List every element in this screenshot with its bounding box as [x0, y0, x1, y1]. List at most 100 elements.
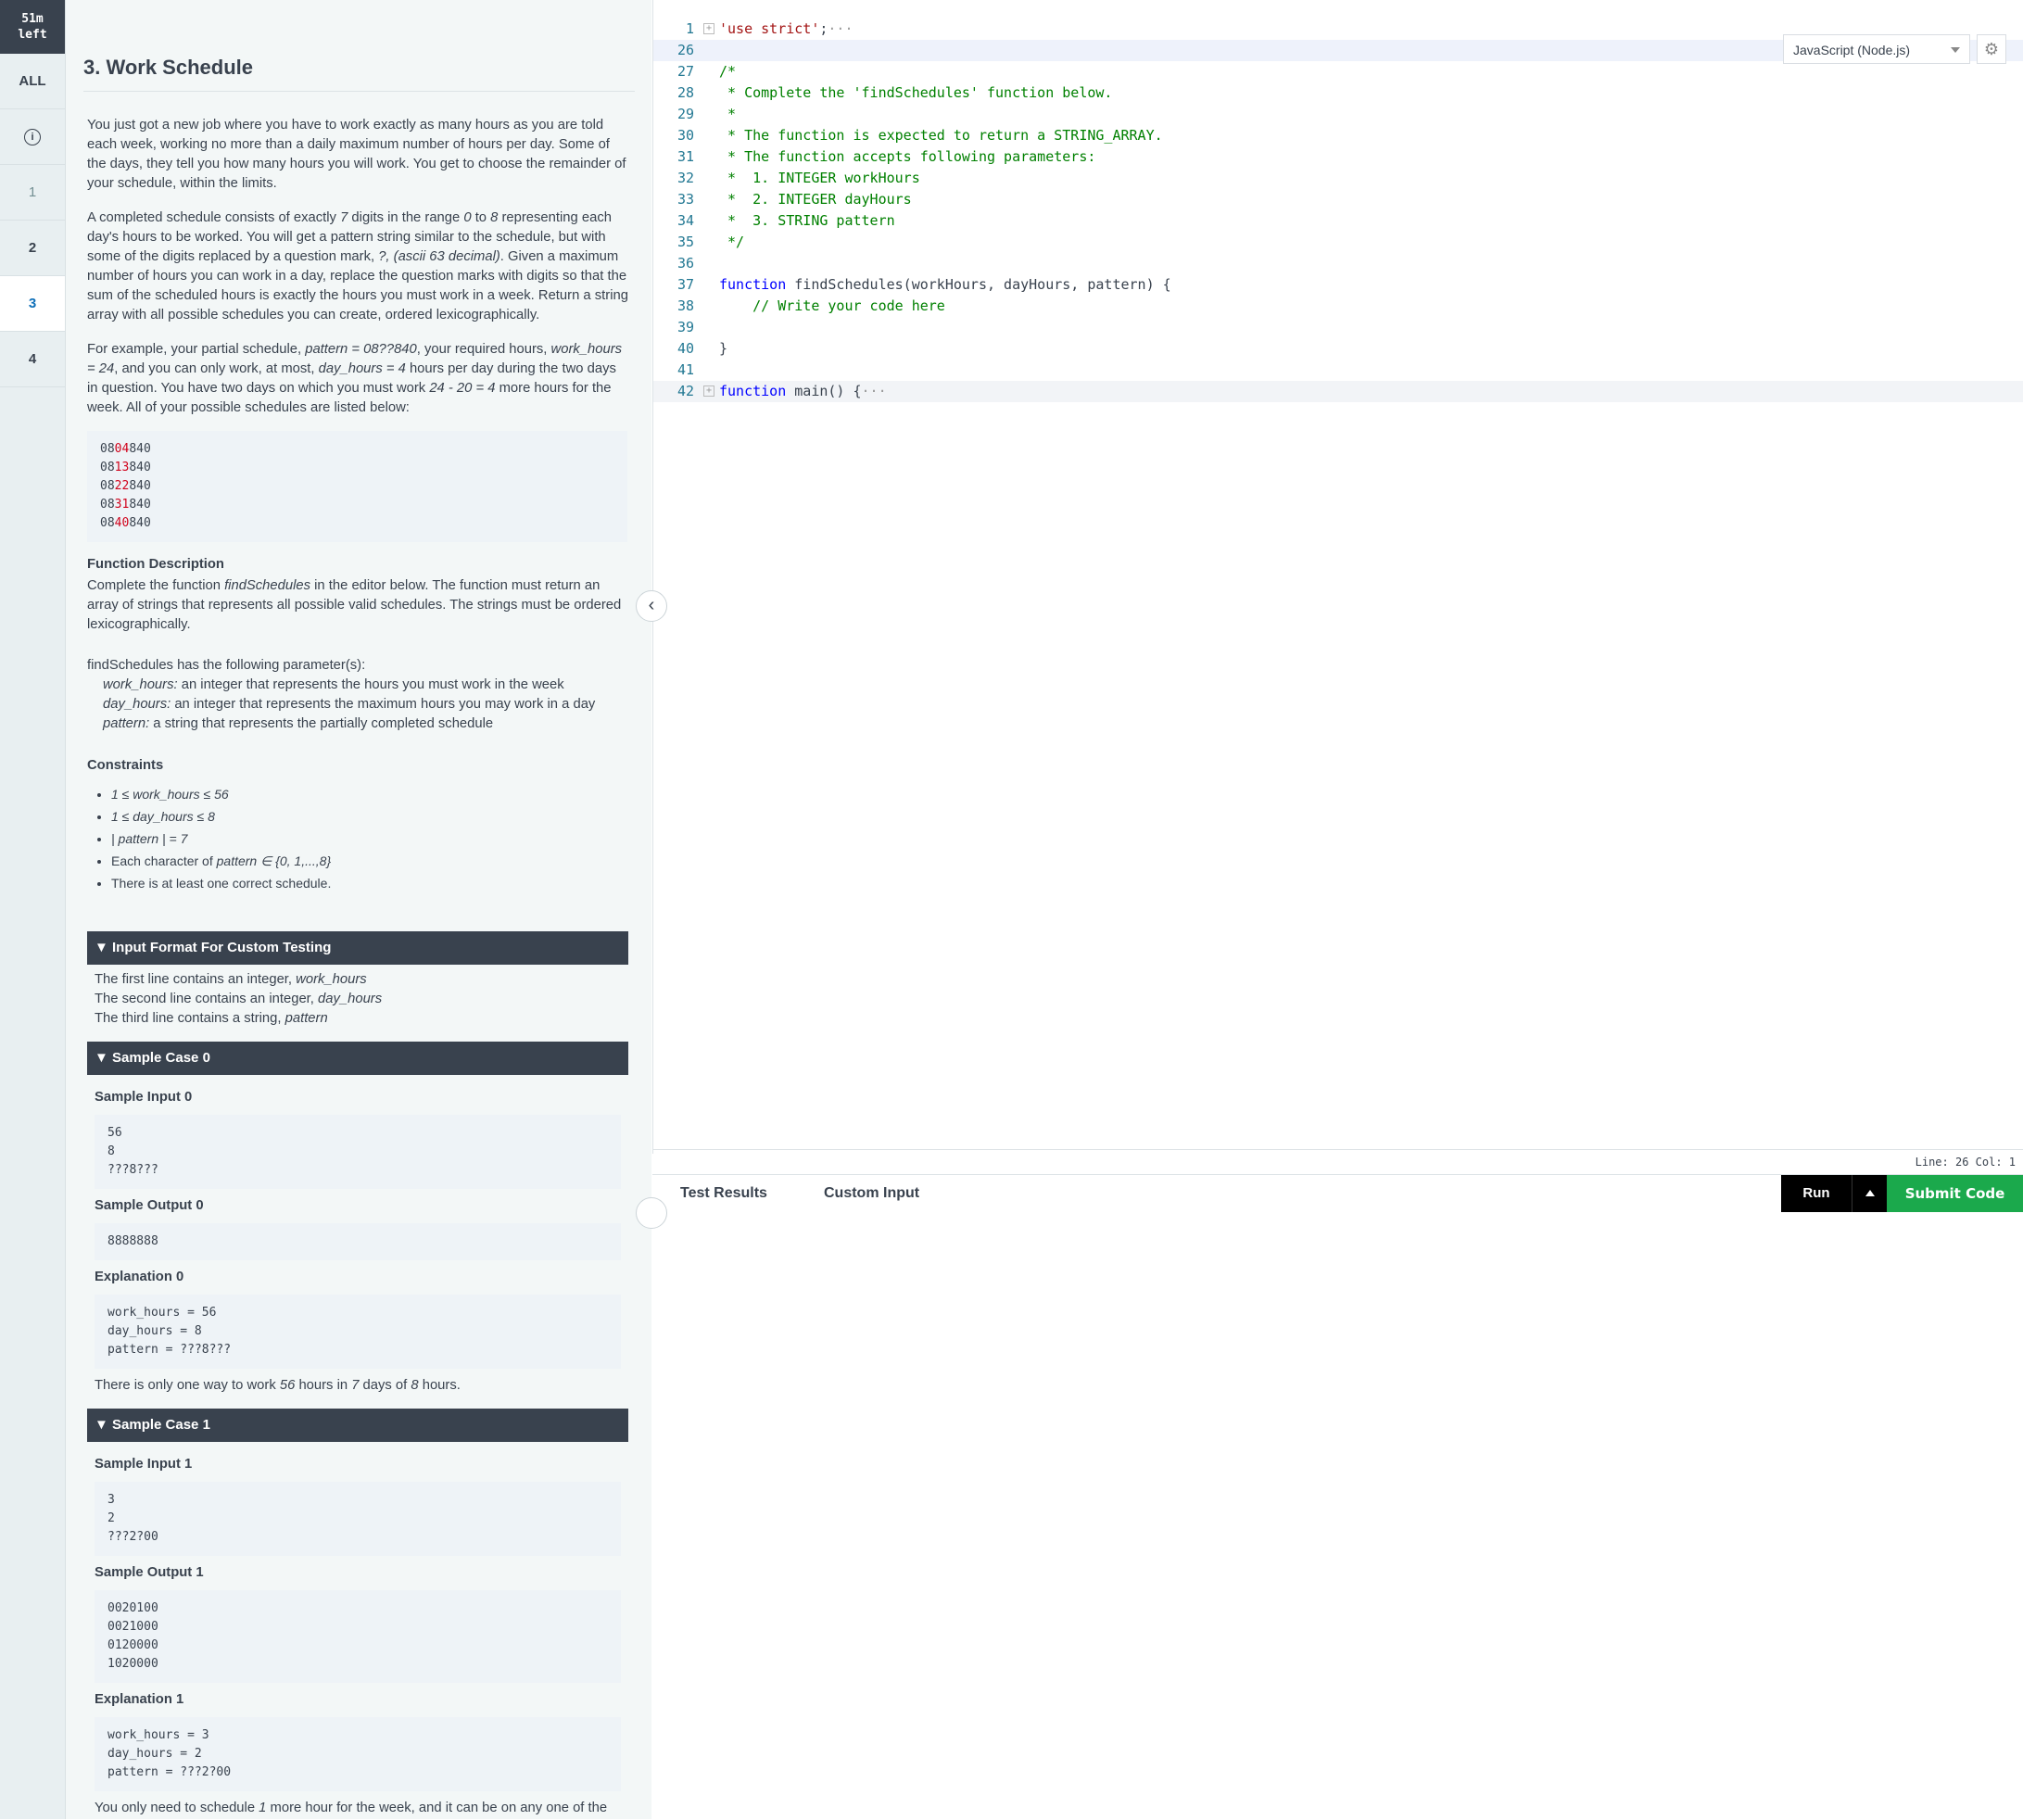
line-number: 32 [676, 170, 694, 186]
code-line[interactable]: 35 */ [653, 232, 2023, 253]
code-token: /* [719, 63, 737, 80]
submit-code-button[interactable]: Submit Code [1887, 1175, 2023, 1212]
nav-all-questions[interactable]: ALL [0, 54, 65, 109]
sample-input-1: 3 2 ???2?00 [95, 1482, 621, 1556]
code-text: */ [719, 232, 744, 253]
schedule-line: 0804840 [100, 442, 151, 456]
explanation-0-heading: Explanation 0 [95, 1270, 184, 1284]
code-token: ··· [861, 383, 887, 399]
language-select-value: JavaScript (Node.js) [1793, 43, 1911, 57]
tab-custom-input[interactable]: Custom Input [824, 1175, 919, 1212]
line-number: 34 [676, 212, 694, 229]
code-token: * 3. STRING pattern [719, 212, 895, 229]
param-day-hours: day_hours: an integer that represents th… [103, 697, 596, 712]
code-text: * The function is expected to return a S… [719, 125, 1163, 146]
code-line[interactable]: 32 * 1. INTEGER workHours [653, 168, 2023, 189]
code-line[interactable]: 36 [653, 253, 2023, 274]
sample-case-0-toggle[interactable]: ▼ Sample Case 0 [87, 1042, 628, 1075]
results-panel: Test Results Custom Input Run Submit Cod… [652, 1174, 2023, 1820]
explanation-0-text: There is only one way to work 56 hours i… [95, 1378, 461, 1393]
nav-question-3[interactable]: 3 [0, 276, 65, 332]
info-icon: i [24, 129, 41, 146]
param-work-hours: work_hours: an integer that represents t… [103, 677, 564, 692]
code-lines[interactable]: 1 + 'use strict';··· 26 27 /* 28 * Complete th… [653, 19, 2023, 402]
code-text: function findSchedules(workHours, dayHou… [719, 274, 1171, 296]
language-select[interactable]: JavaScript (Node.js) [1783, 34, 1970, 64]
line-number: 36 [676, 255, 694, 272]
run-options-button[interactable] [1852, 1175, 1888, 1212]
constraints-list: 1 ≤ work_hours ≤ 56 1 ≤ day_hours ≤ 8 | … [87, 783, 633, 894]
code-line[interactable]: 30 * The function is expected to return … [653, 125, 2023, 146]
code-token: function [719, 276, 787, 293]
sample-case-1-toggle[interactable]: ▼ Sample Case 1 [87, 1409, 628, 1442]
nav-question-1[interactable]: 1 [0, 165, 65, 221]
code-token: findSchedules(workHours, dayHours, patte… [786, 276, 1171, 293]
code-line[interactable]: 40} [653, 338, 2023, 360]
line-number: 1 [685, 20, 694, 37]
sample-output-0: 8888888 [95, 1223, 621, 1260]
code-line[interactable]: 41 [653, 360, 2023, 381]
collapse-panel-button[interactable]: ‹ [636, 590, 667, 622]
nav-question-2[interactable]: 2 [0, 221, 65, 276]
line-number: 31 [676, 148, 694, 165]
param-pattern: pattern: a string that represents the pa… [103, 716, 494, 731]
sample-case-0-body: Sample Input 0 56 8 ???8??? Sample Output … [87, 1075, 628, 1399]
line-number: 29 [676, 106, 694, 122]
constraint-item: 1 ≤ day_hours ≤ 8 [111, 805, 633, 828]
constraint-item: There is at least one correct schedule. [111, 872, 633, 894]
collapse-bottom-handle[interactable] [636, 1197, 667, 1229]
constraints-heading: Constraints [87, 758, 164, 773]
run-button[interactable]: Run [1781, 1175, 1852, 1212]
code-text: // Write your code here [719, 296, 945, 317]
code-text: /* [719, 61, 736, 82]
code-line[interactable]: 37 function findSchedules(workHours, dayH… [653, 274, 2023, 296]
gear-icon: ⚙ [1983, 40, 2000, 58]
input-format-line: The third line contains a string, patter… [95, 1011, 328, 1026]
parameters-intro: findSchedules has the following paramete… [87, 658, 366, 673]
code-line[interactable]: 34 * 3. STRING pattern [653, 210, 2023, 232]
code-token: * [719, 106, 737, 122]
line-number: 37 [676, 276, 694, 293]
code-line[interactable]: 29 * [653, 104, 2023, 125]
line-number: 39 [676, 319, 694, 335]
fold-expand-icon[interactable]: + [703, 23, 714, 34]
line-number: 33 [676, 191, 694, 208]
question-nav-rail: 51m left ALL i 1 2 3 4 [0, 0, 66, 1819]
schedule-line: 0813840 [100, 461, 151, 474]
line-number: 42 [676, 383, 694, 399]
code-line[interactable]: 31 * The function accepts following para… [653, 146, 2023, 168]
example-schedules: 0804840 0813840 0822840 0831840 0840840 [87, 431, 627, 542]
input-format-line: The first line contains an integer, work… [95, 972, 367, 987]
time-remaining-value: 51m [21, 12, 44, 26]
line-number: 28 [676, 84, 694, 101]
nav-info[interactable]: i [0, 109, 65, 165]
code-token: ··· [828, 20, 853, 37]
tab-test-results[interactable]: Test Results [680, 1175, 767, 1212]
chevron-left-icon: ‹ [648, 595, 655, 615]
code-line[interactable]: 42 + function main() {··· [653, 381, 2023, 402]
code-line[interactable]: 39 [653, 317, 2023, 338]
code-line[interactable]: 33 * 2. INTEGER dayHours [653, 189, 2023, 210]
explanation-1-code: work_hours = 3 day_hours = 2 pattern = ???… [95, 1717, 621, 1791]
constraint-item: 1 ≤ work_hours ≤ 56 [111, 783, 633, 805]
code-token: * 1. INTEGER workHours [719, 170, 920, 186]
code-line[interactable]: 28 * Complete the 'findSchedules' functi… [653, 82, 2023, 104]
code-token: * The function accepts following paramet… [719, 148, 1096, 165]
line-number: 38 [676, 297, 694, 314]
editor-settings-button[interactable]: ⚙ [1977, 34, 2006, 64]
caret-up-icon [1865, 1190, 1875, 1196]
function-description-heading: Function Description [87, 557, 224, 572]
code-text: 'use strict';··· [719, 19, 853, 40]
code-token: * The function is expected to return a S… [719, 127, 1163, 144]
code-editor[interactable]: 1 + 'use strict';··· 26 27 /* 28 * Complete th… [652, 0, 2023, 1154]
code-token: * 2. INTEGER dayHours [719, 191, 912, 208]
problem-title: 3. Work Schedule [83, 56, 635, 92]
line-number: 27 [676, 63, 694, 80]
fold-expand-icon[interactable]: + [703, 385, 714, 397]
input-format-toggle[interactable]: ▼ Input Format For Custom Testing [87, 931, 628, 965]
sample-output-1: 0020100 0021000 0120000 1020000 [95, 1590, 621, 1683]
code-token: // Write your code here [719, 297, 945, 314]
code-line[interactable]: 38 // Write your code here [653, 296, 2023, 317]
line-number: 30 [676, 127, 694, 144]
nav-question-4[interactable]: 4 [0, 332, 65, 387]
